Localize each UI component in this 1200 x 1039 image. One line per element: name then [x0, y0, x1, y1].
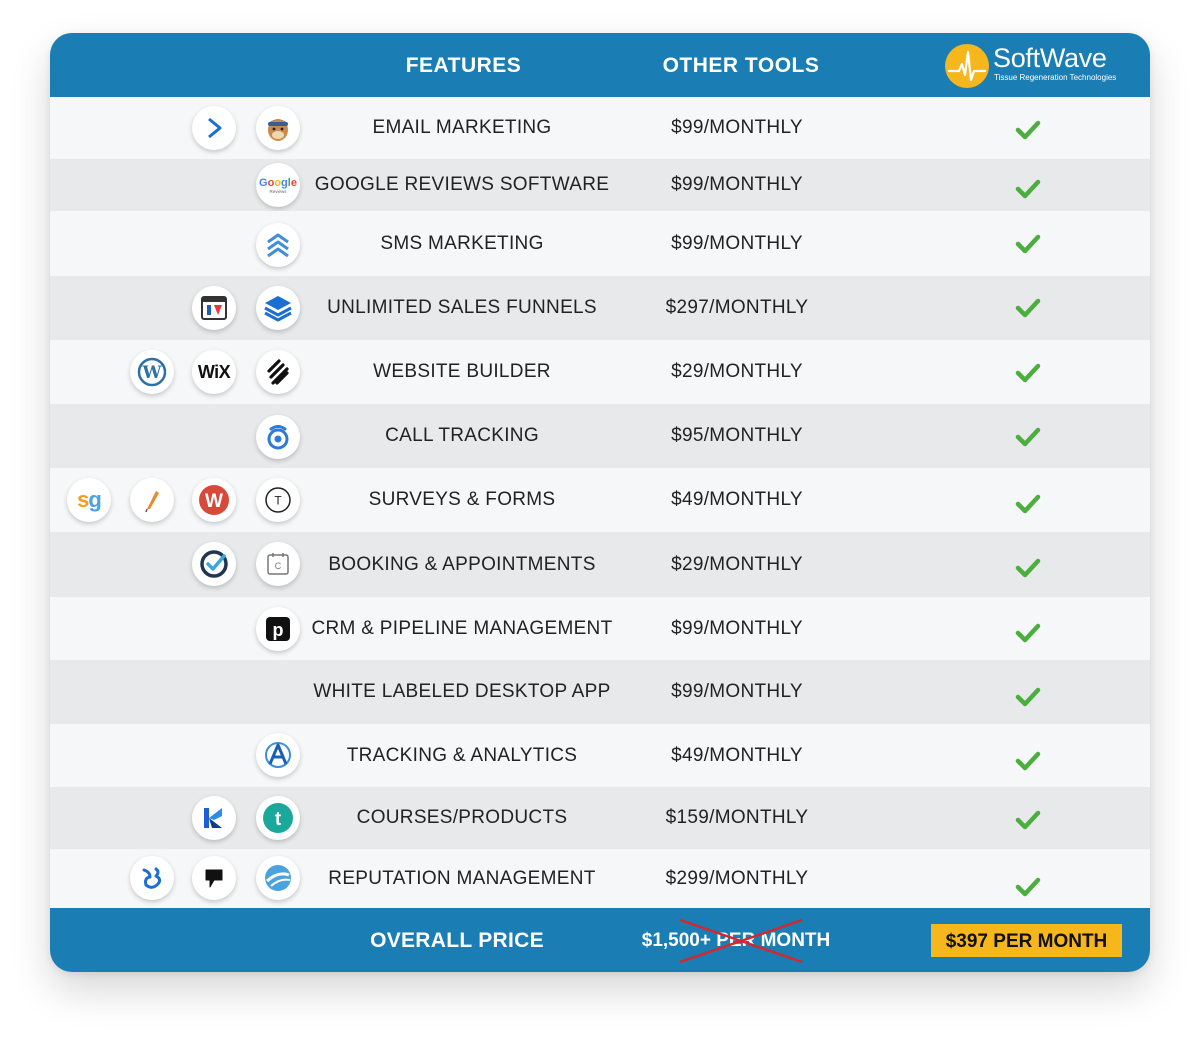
strikethrough-cross-icon	[679, 918, 803, 964]
wufoo-icon: W	[192, 478, 236, 522]
feature-label: BOOKING & APPOINTMENTS	[328, 553, 596, 575]
table-row: CALL TRACKING $95/MONTHLY	[50, 404, 1150, 468]
other-tools-price: $95/MONTHLY	[671, 425, 803, 446]
softwave-logo-icon	[945, 44, 989, 88]
clickfunnels-icon	[192, 286, 236, 330]
feature-label: SURVEYS & FORMS	[368, 489, 556, 510]
table-row: Google Reviews GOOGLE REVIEWS SOFTWARE $…	[50, 159, 1150, 211]
check-icon	[1015, 494, 1041, 514]
softwave-logo: SoftWave Tissue Regeneration Technologie…	[943, 41, 1133, 91]
feature-label: GOOGLE REVIEWS SOFTWARE	[314, 174, 610, 195]
surveygizmo-icon: sg	[67, 478, 111, 522]
other-tools-price: $297/MONTHLY	[665, 297, 809, 318]
feature-label: CRM & PIPELINE MANAGEMENT	[311, 617, 613, 639]
table-row: C BOOKING & APPOINTMENTS $29/MONTHLY	[50, 532, 1150, 597]
overall-price-label: OVERALL PRICE	[370, 929, 544, 952]
check-icon	[1015, 298, 1041, 318]
calendly-icon: C	[256, 542, 300, 586]
check-icon	[1015, 120, 1041, 140]
activecampaign-icon	[192, 106, 236, 150]
feature-label: SMS MARKETING	[380, 232, 544, 254]
sms-chevrons-icon	[256, 223, 300, 267]
wix-icon: WiX	[192, 350, 236, 394]
table-row: UNLIMITED SALES FUNNELS $297/MONTHLY	[50, 276, 1150, 340]
logo-tagline: Tissue Regeneration Technologies	[994, 73, 1117, 82]
table-row: p CRM & PIPELINE MANAGEMENT $99/MONTHLY	[50, 597, 1150, 660]
kajabi-icon	[192, 796, 236, 840]
softwave-price-badge: $397 PER MONTH	[931, 924, 1122, 957]
teachable-icon: t	[256, 796, 300, 840]
pipedrive-icon: p	[256, 607, 300, 651]
other-tools-price: $49/MONTHLY	[671, 489, 803, 510]
podium-icon	[192, 856, 236, 900]
table-row: EMAIL MARKETING $99/MONTHLY	[50, 97, 1150, 159]
quill-icon	[130, 478, 174, 522]
check-icon	[1015, 363, 1041, 383]
other-tools-price: $99/MONTHLY	[671, 232, 803, 254]
svg-text:Google: Google	[259, 177, 297, 189]
svg-text:T: T	[274, 494, 282, 508]
svg-text:C: C	[275, 561, 282, 571]
table-row: REPUTATION MANAGEMENT $299/MONTHLY	[50, 849, 1150, 908]
other-tools-price: $29/MONTHLY	[671, 553, 803, 575]
feature-label: WHITE LABELED DESKTOP APP	[313, 681, 611, 702]
reputation-icon	[256, 856, 300, 900]
table-row: SMS MARKETING $99/MONTHLY	[50, 211, 1150, 276]
logo-name: SoftWave	[993, 43, 1107, 73]
svg-text:W: W	[205, 491, 223, 512]
other-tools-price: $99/MONTHLY	[671, 681, 803, 702]
check-icon	[1015, 877, 1041, 897]
table-header: FEATURES OTHER TOOLS SoftWave Tissue Reg…	[50, 33, 1150, 97]
mailchimp-icon	[256, 106, 300, 150]
other-tools-column-header: OTHER TOOLS	[662, 54, 820, 77]
check-icon	[1015, 234, 1041, 254]
check-icon	[1015, 427, 1041, 447]
typeform-icon: T	[256, 478, 300, 522]
table-row: t COURSES/PRODUCTS $159/MONTHLY	[50, 787, 1150, 849]
features-column-header: FEATURES	[405, 54, 522, 77]
feature-label: CALL TRACKING	[385, 425, 539, 446]
check-icon	[1015, 558, 1041, 578]
feature-label: UNLIMITED SALES FUNNELS	[327, 297, 597, 318]
other-tools-price: $99/MONTHLY	[671, 617, 803, 639]
feature-label: EMAIL MARKETING	[372, 117, 552, 138]
google-reviews-icon: Google Reviews	[256, 163, 300, 207]
other-tools-price: $29/MONTHLY	[671, 361, 803, 382]
check-icon	[1015, 751, 1041, 771]
callrail-icon	[256, 415, 300, 459]
other-tools-price: $159/MONTHLY	[665, 807, 809, 828]
svg-text:t: t	[275, 809, 282, 830]
feature-label: TRACKING & ANALYTICS	[346, 744, 578, 766]
table-row: sg W T SURVEYS & FORMS $49/MONTHLY	[50, 468, 1150, 532]
other-tools-price: $299/MONTHLY	[665, 867, 809, 889]
acuity-icon	[192, 542, 236, 586]
feature-label: REPUTATION MANAGEMENT	[328, 867, 596, 889]
check-icon	[1015, 810, 1041, 830]
birdeye-icon	[130, 856, 174, 900]
layers-icon	[256, 286, 300, 330]
wordpress-icon: W	[130, 350, 174, 394]
squarespace-icon	[256, 350, 300, 394]
table-row: TRACKING & ANALYTICS $49/MONTHLY	[50, 724, 1150, 787]
other-tools-price: $99/MONTHLY	[671, 174, 803, 195]
analytics-icon	[256, 733, 300, 777]
table-footer: OVERALL PRICE $1,500+ PER MONTH $397 PER…	[50, 908, 1150, 972]
check-icon	[1015, 687, 1041, 707]
svg-text:Reviews: Reviews	[269, 189, 287, 194]
table-row: WHITE LABELED DESKTOP APP $99/MONTHLY	[50, 660, 1150, 724]
check-icon	[1015, 179, 1041, 199]
table-row: W WiX WEBSITE BUILDER $29/MONTHLY	[50, 340, 1150, 404]
feature-label: WEBSITE BUILDER	[373, 361, 551, 382]
feature-label: COURSES/PRODUCTS	[356, 807, 568, 828]
pricing-comparison-card: FEATURES OTHER TOOLS SoftWave Tissue Reg…	[50, 33, 1150, 972]
check-icon	[1015, 623, 1041, 643]
svg-text:p: p	[273, 620, 284, 640]
other-tools-price: $99/MONTHLY	[671, 117, 803, 138]
svg-text:W: W	[141, 363, 162, 383]
other-tools-price: $49/MONTHLY	[671, 744, 803, 766]
